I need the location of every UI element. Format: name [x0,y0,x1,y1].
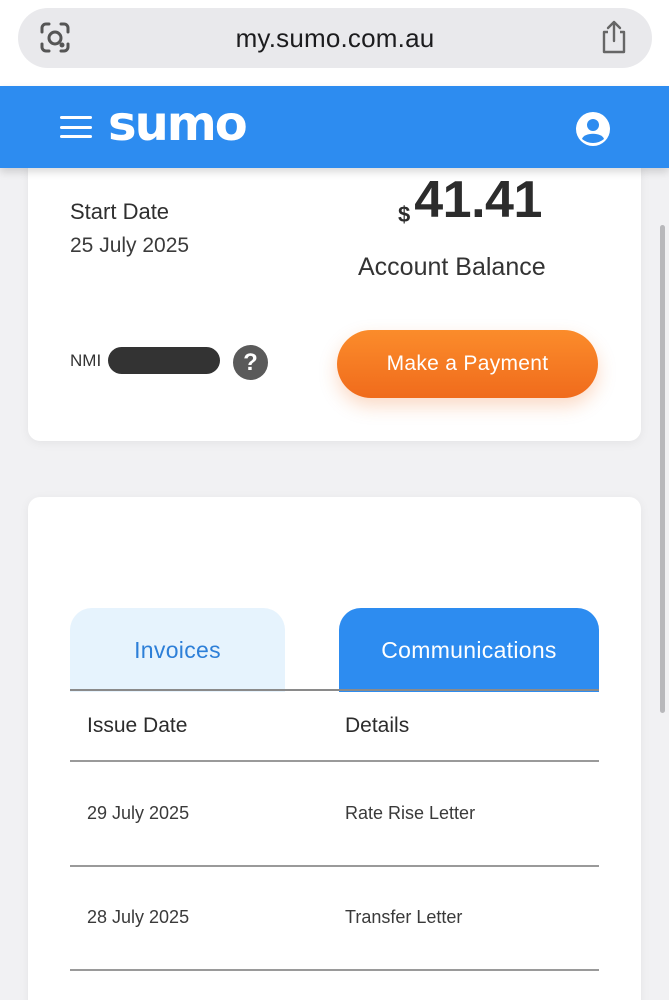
header-divider [70,760,599,762]
account-balance: $41.41 [398,170,542,230]
page-scrollbar[interactable] [660,225,665,713]
account-balance-label: Account Balance [358,253,546,281]
sumo-logo[interactable]: sumo [108,96,248,152]
row-1-date: 29 July 2025 [87,803,190,823]
make-payment-button[interactable]: Make a Payment [337,330,598,398]
site-header: sumo [0,86,669,168]
currency-symbol: $ [398,202,411,227]
row-divider [70,969,599,971]
hamburger-menu-icon[interactable] [60,116,92,138]
nmi-redacted-value [108,347,220,374]
account-summary-card: Start Date 25 July 2025 $41.41 Account B… [28,150,641,441]
documents-card: Invoices Communications Issue Date Detai… [28,497,641,1000]
balance-amount: 41.41 [414,171,542,229]
url-text[interactable]: my.sumo.com.au [18,23,652,54]
tab-invoices[interactable]: Invoices [70,608,285,692]
help-icon[interactable]: ? [233,345,268,380]
browser-bar: my.sumo.com.au [0,0,669,86]
column-header-details: Details [345,714,410,737]
column-header-issue-date: Issue Date [87,714,188,737]
row-2-date: 28 July 2025 [87,907,190,927]
user-account-icon[interactable] [575,111,611,147]
start-date-label: Start Date [70,199,170,224]
address-bar[interactable]: my.sumo.com.au [18,8,652,68]
tab-communications[interactable]: Communications [339,608,599,692]
row-divider [70,865,599,867]
share-icon[interactable] [598,19,630,55]
row-1-details[interactable]: Rate Rise Letter [345,803,475,824]
tabs-divider [70,689,599,691]
start-date-value: 25 July 2025 [70,234,190,257]
nmi-label: NMI [70,351,102,370]
row-2-details[interactable]: Transfer Letter [345,907,462,928]
